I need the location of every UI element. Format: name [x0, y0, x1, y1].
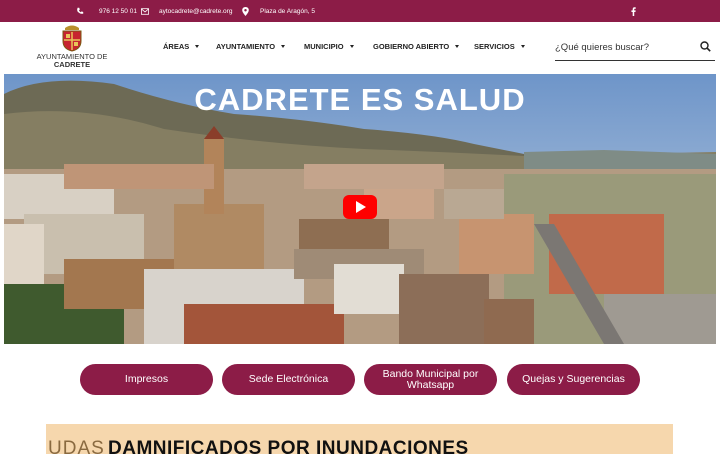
- facebook-link[interactable]: [631, 0, 636, 22]
- banner-title: DAMNIFICADOS POR INUNDACIONES: [108, 438, 469, 454]
- banner-prefix: UDAS: [48, 438, 105, 454]
- coat-of-arms-icon: [62, 25, 82, 52]
- nav-label: MUNICIPIO: [304, 42, 344, 51]
- search-icon[interactable]: [700, 41, 711, 52]
- search-placeholder: ¿Qué quieres buscar?: [555, 42, 649, 53]
- top-contact-bar: 976 12 50 01 aytocadrete@cadrete.org Pla…: [0, 0, 720, 22]
- nav-item-ayuntamiento[interactable]: AYUNTAMIENTO: [216, 42, 286, 51]
- nav-label: ÁREAS: [163, 42, 190, 51]
- address-contact: Plaza de Aragón, 5: [242, 0, 315, 22]
- location-pin-icon: [242, 6, 249, 16]
- facebook-icon: [631, 6, 636, 16]
- nav-item-servicios[interactable]: SERVICIOS: [474, 42, 525, 51]
- chevron-down-icon: [455, 45, 460, 48]
- search-input[interactable]: ¿Qué quieres buscar?: [555, 33, 715, 61]
- play-button[interactable]: [343, 195, 377, 219]
- site-header: AYUNTAMIENTO DE CADRETE ÁREAS AYUNTAMIEN…: [0, 22, 720, 74]
- email-contact[interactable]: aytocadrete@cadrete.org: [141, 0, 232, 22]
- impresos-button[interactable]: Impresos: [80, 364, 213, 395]
- envelope-icon: [141, 7, 149, 15]
- phone-icon: [77, 7, 84, 14]
- nav-label: GOBIERNO ABIERTO: [373, 42, 450, 51]
- nav-item-municipio[interactable]: MUNICIPIO: [304, 42, 354, 51]
- email-address: aytocadrete@cadrete.org: [159, 7, 233, 15]
- phone-contact[interactable]: 976 12 50 01: [76, 0, 137, 22]
- chevron-down-icon: [281, 45, 286, 48]
- sede-electronica-button[interactable]: Sede Electrónica: [222, 364, 355, 395]
- phone-number: 976 12 50 01: [99, 7, 137, 15]
- chevron-down-icon: [349, 45, 354, 48]
- logo-line-2: CADRETE: [53, 60, 91, 69]
- nav-item-areas[interactable]: ÁREAS: [163, 42, 200, 51]
- address-text: Plaza de Aragón, 5: [260, 7, 315, 15]
- bando-whatsapp-button[interactable]: Bando Municipal por Whatsapp: [364, 364, 497, 395]
- hero-title: CADRETE ES SALUD: [194, 82, 526, 117]
- chevron-down-icon: [195, 45, 200, 48]
- nav-label: SERVICIOS: [474, 42, 515, 51]
- quejas-sugerencias-button[interactable]: Quejas y Sugerencias: [507, 364, 640, 395]
- site-logo[interactable]: AYUNTAMIENTO DE CADRETE: [30, 24, 114, 72]
- chevron-down-icon: [520, 45, 525, 48]
- nav-item-gobierno-abierto[interactable]: GOBIERNO ABIERTO: [373, 42, 460, 51]
- hero-video[interactable]: CADRETE ES SALUD: [4, 74, 716, 344]
- nav-label: AYUNTAMIENTO: [216, 42, 276, 51]
